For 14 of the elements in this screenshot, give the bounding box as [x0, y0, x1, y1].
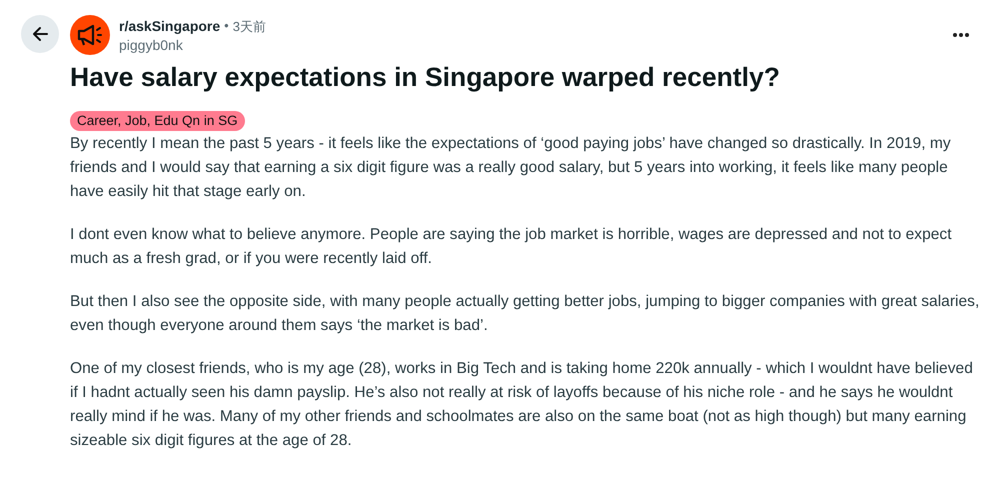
back-button[interactable] [21, 15, 59, 53]
post-time: 3天前 [232, 18, 266, 36]
subreddit-avatar-icon[interactable] [70, 15, 110, 55]
subreddit-link[interactable]: r/askSingapore [119, 18, 220, 36]
post-paragraph: But then I also see the opposite side, with many people actually getting better jobs, jumping to bigger companies with great salaries, even though everyone around them says ‘the market is bad’. [70, 292, 980, 336]
post-title: Have salary expectations in Singapore warped recently? [70, 62, 781, 93]
flair-tag[interactable]: Career, Job, Edu Qn in SG [70, 111, 245, 131]
post-paragraph: I dont even know what to believe anymore. People are saying the job market is horrible, wages are depressed and not to expect much as a fresh grad, or if you were recently laid off. [70, 225, 953, 269]
back-arrow-icon [31, 25, 49, 43]
post-paragraph: One of my closest friends, who is my age (28), works in Big Tech and is taking home 220k annually - which I wouldnt have believed if I hadnt actually seen his damn payslip. He’s also not really at risk of layoffs because of his niche role - and he says he wouldnt really mind if he was. Many of my other friends and schoolmates are also on the same boat (not as high though) but many earning sizeable six digit figures at the age of 28. [70, 359, 974, 451]
more-options-icon[interactable] [952, 32, 970, 38]
post-paragraph: By recently I mean the past 5 years - it feels like the expectations of ‘good paying jobs’ have changed so drastically. In 2019, my friends and I would say that earning a six digit figure was a really good salary, but 5 years into working, it feels like many people have easily hit that stage early on. [70, 134, 952, 202]
separator-dot: • [224, 18, 229, 34]
author-link[interactable]: piggyb0nk [119, 36, 943, 52]
